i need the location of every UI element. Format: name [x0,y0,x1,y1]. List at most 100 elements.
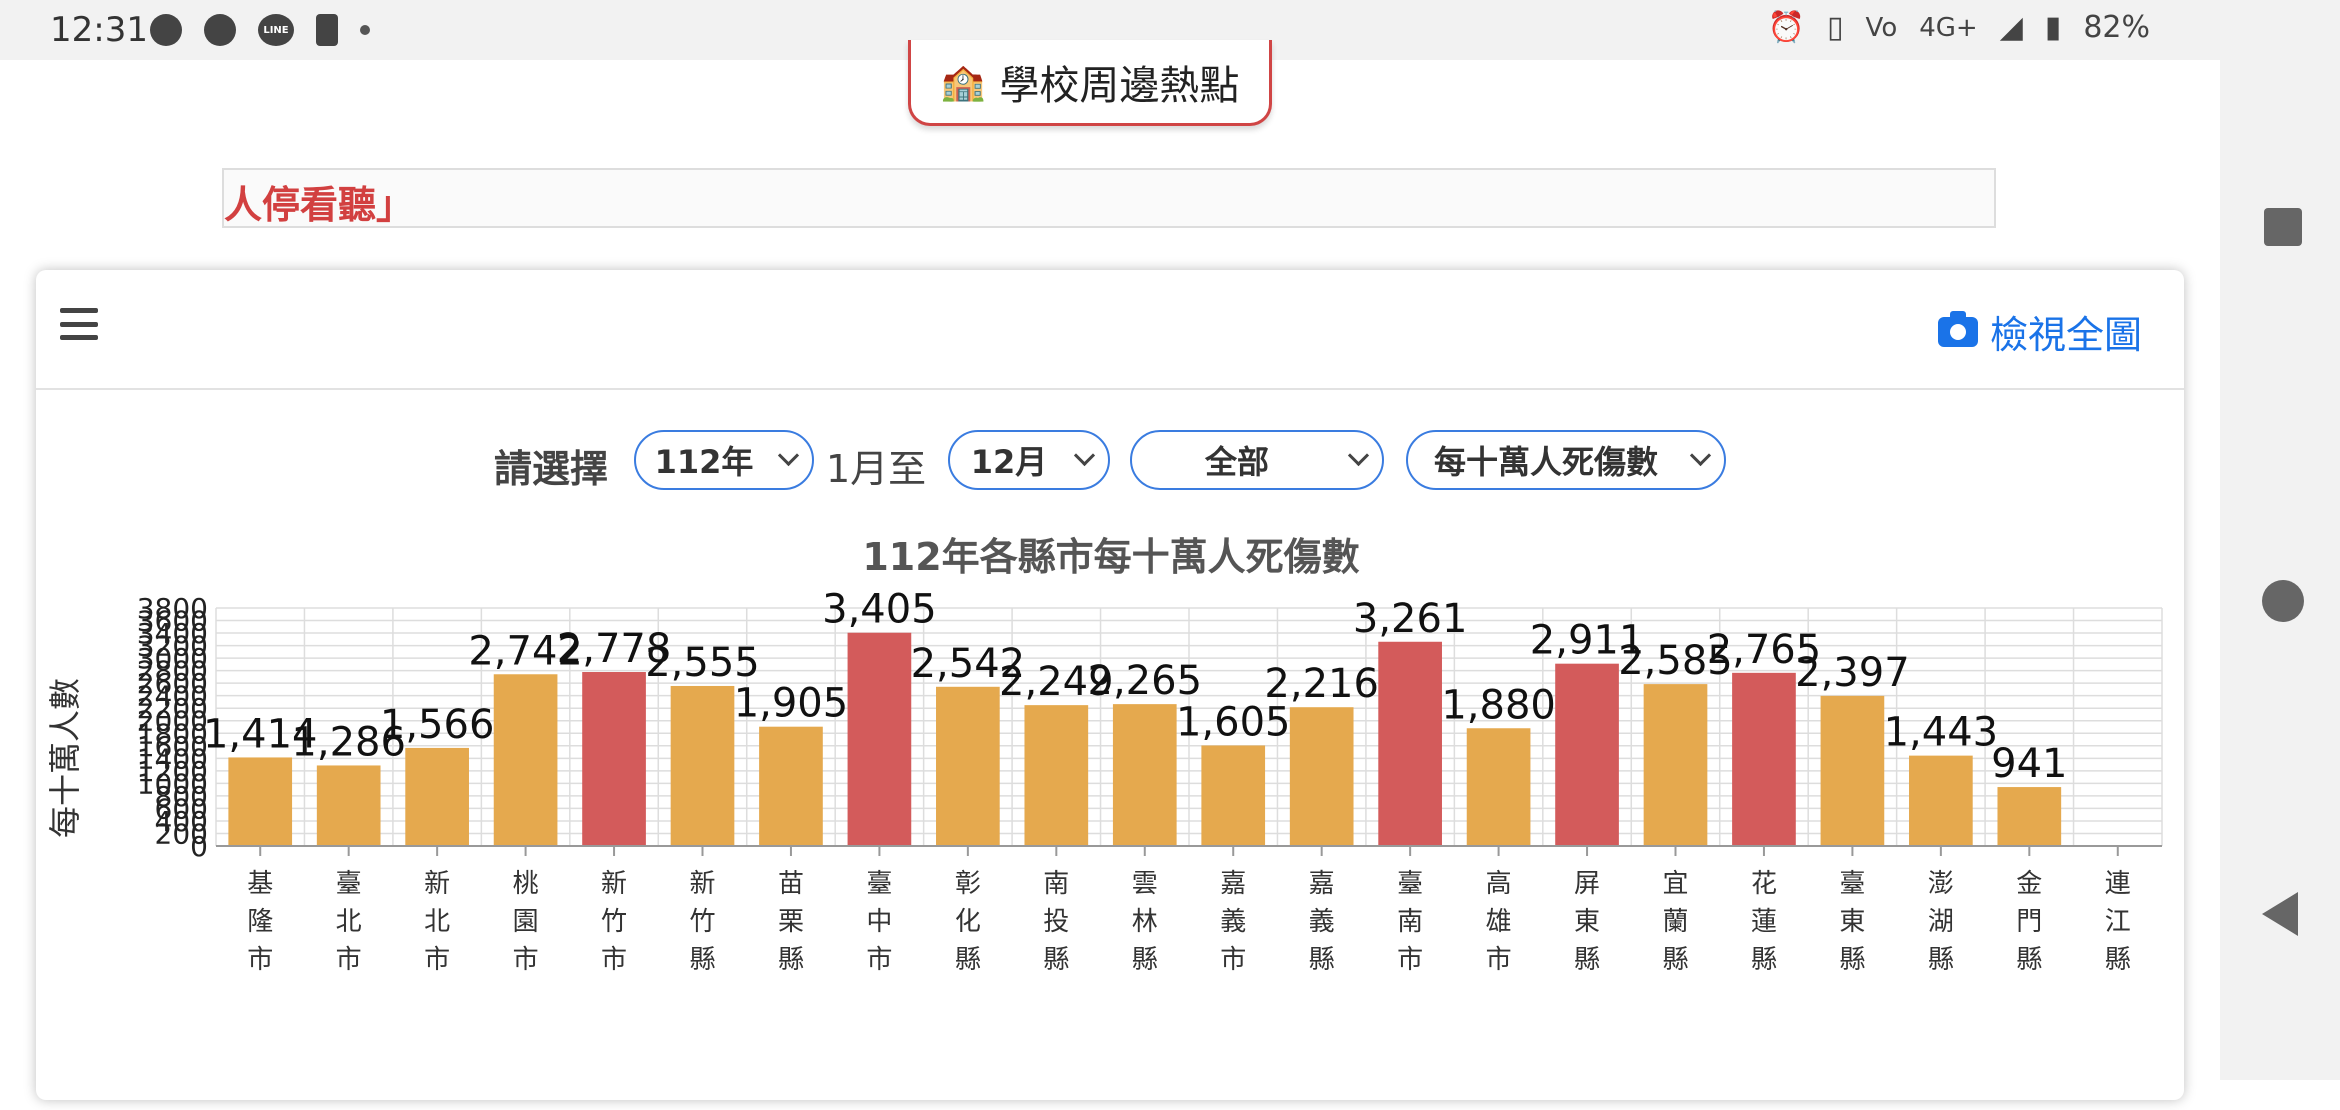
chevron-down-icon [1073,444,1096,467]
bar[interactable] [1732,672,1796,846]
recent-apps-button[interactable] [2264,208,2302,246]
chart-card: 檢視全圖 請選擇 112年 1月至 12月 全部 每十萬人死傷數 112年各縣市… [36,270,2184,1100]
y-tick-label: 3800 [137,592,208,625]
metric-select[interactable]: 每十萬人死傷數 [1406,430,1726,490]
x-tick-label: 嘉義縣 [1309,869,1335,975]
bar[interactable] [759,726,823,846]
data-label: 3,405 [822,587,937,633]
line-app-icon: LINE [258,14,294,46]
sim-icon [316,14,338,46]
month-select-value: 12月 [970,443,1048,481]
bar[interactable] [1201,745,1266,846]
data-label: 1,443 [1884,710,1999,756]
x-tick-label: 金門縣 [2016,869,2042,975]
x-tick-label: 南投縣 [1043,869,1069,975]
bar[interactable] [1997,787,2062,846]
status-time: 12:31 [50,10,148,50]
system-icons: ⏰ ▯ Vo 4G+ ◢ ▮ 82% [1768,10,2150,45]
bar[interactable] [1024,705,1089,846]
alarm-icon: ⏰ [1767,10,1806,45]
bar[interactable] [1378,641,1442,846]
x-tick-label: 基隆市 [247,869,273,975]
x-tick-label: 臺北市 [336,869,362,975]
notification-icons: LINE [150,14,370,46]
x-tick-label: 臺東縣 [1839,869,1865,975]
back-button[interactable] [2262,892,2298,936]
menu-icon[interactable] [60,308,98,340]
x-tick-label: 雲林縣 [1132,869,1158,975]
volte-icon: Vo [1865,12,1898,43]
data-label: 2,216 [1264,661,1379,707]
chevron-down-icon [1689,444,1712,467]
banner-text: 人停看聽」 [224,183,415,227]
data-label: 2,555 [645,640,760,686]
from-month-text: 1月至 [826,447,927,491]
bar[interactable] [1289,707,1354,846]
data-label: 1,905 [734,681,849,727]
bar-chart: 112年各縣市每十萬人死傷數 每十萬人數 1,4141,2861,5662,74… [46,535,2163,975]
system-nav-bar [2220,60,2340,1080]
x-tick-label: 屏東縣 [1574,869,1600,975]
year-select[interactable]: 112年 [634,430,814,490]
month-select[interactable]: 12月 [948,430,1110,490]
data-label: 2,397 [1795,650,1910,696]
x-tick-label: 花蓮縣 [1751,869,1777,975]
chevron-down-icon [1347,444,1370,467]
school-hotspot-button[interactable]: 🏫 學校周邊熱點 [908,40,1272,126]
notification-dot-icon [150,14,182,46]
bar[interactable] [1820,695,1885,846]
bar[interactable] [847,632,912,846]
bar[interactable] [670,685,735,846]
bar[interactable] [1112,704,1177,846]
bar[interactable] [405,747,469,846]
home-button[interactable] [2262,580,2304,622]
view-full-chart-label: 檢視全圖 [1989,313,2142,357]
x-tick-label: 高雄市 [1486,869,1512,975]
data-label: 1,880 [1441,682,1556,728]
bar[interactable] [1909,755,1973,846]
select-label: 請選擇 [494,447,609,491]
chevron-down-icon [777,444,800,467]
x-tick-label: 臺中市 [866,869,892,975]
data-label: 1,566 [380,702,495,748]
x-tick-label: 桃園市 [513,869,539,975]
metric-select-value: 每十萬人死傷數 [1433,443,1658,481]
x-tick-label: 澎湖縣 [1928,869,1954,975]
year-select-value: 112年 [654,443,754,481]
x-tick-label: 新竹市 [601,869,627,975]
signal-icon: ◢ [1999,10,2023,45]
card-header: 檢視全圖 [36,270,2184,390]
chart-title: 112年各縣市每十萬人死傷數 [862,535,1359,579]
filter-controls: 請選擇 112年 1月至 12月 全部 每十萬人死傷數 [36,430,2184,494]
school-hotspot-label: 學校周邊熱點 [999,62,1240,109]
bar[interactable] [493,674,558,846]
school-icon: 🏫 [940,61,986,103]
bar[interactable] [936,686,1000,846]
data-label: 3,261 [1353,596,1468,642]
x-tick-label: 宜蘭縣 [1662,869,1688,975]
bar[interactable] [1555,663,1619,846]
bar[interactable] [582,672,646,846]
x-tick-label: 苗栗縣 [778,869,804,975]
bar[interactable] [316,765,381,846]
battery-level: 82% [2083,10,2150,45]
data-label: 2,265 [1088,658,1203,704]
y-axis-label: 每十萬人數 [46,678,84,838]
more-notifications-icon [360,25,370,35]
x-tick-label: 嘉義市 [1220,869,1246,975]
x-tick-label: 臺南市 [1397,869,1423,975]
bar[interactable] [228,757,293,846]
bar[interactable] [1466,728,1531,846]
view-full-chart-button[interactable]: 檢視全圖 [1937,304,2142,359]
data-label: 941 [1991,741,2067,787]
scope-select[interactable]: 全部 [1130,430,1384,490]
x-tick-label: 新竹縣 [689,869,715,975]
x-tick-label: 連江縣 [2105,869,2131,975]
vibrate-icon: ▯ [1827,10,1844,45]
battery-icon: ▮ [2044,10,2062,45]
network-type: 4G+ [1919,12,1978,43]
marquee-banner: 人停看聽」 [222,168,1996,228]
camera-icon [1937,310,1978,347]
x-tick-label: 彰化縣 [955,869,981,975]
bar[interactable] [1643,684,1708,846]
